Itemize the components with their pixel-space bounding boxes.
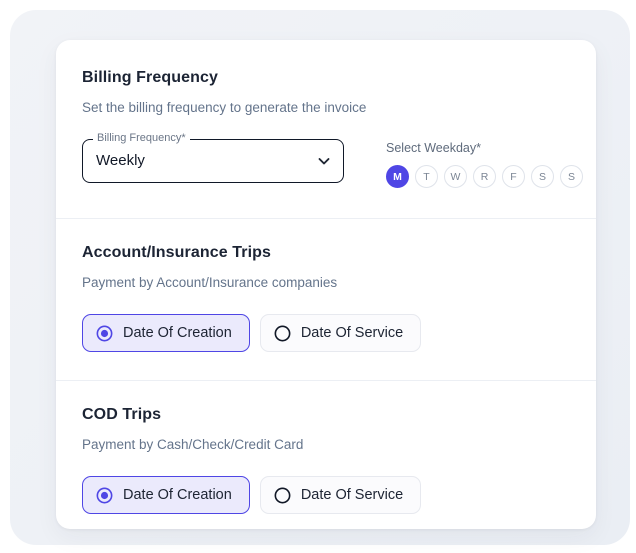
weekday-sunday[interactable]: S [560, 165, 583, 188]
section-subtitle-account-insurance-trips: Payment by Account/Insurance companies [82, 275, 338, 290]
cod-date-options: Date Of Creation Date Of Service [82, 476, 570, 514]
section-cod-trips: COD Trips Payment by Cash/Check/Credit C… [56, 381, 596, 529]
section-title-billing-frequency: Billing Frequency [82, 69, 218, 86]
cod-date-of-service-option[interactable]: Date Of Service [259, 476, 422, 514]
section-subtitle-billing-frequency: Set the billing frequency to generate th… [82, 100, 367, 115]
billing-frequency-select[interactable]: Billing Frequency* Weekly [82, 132, 344, 183]
weekday-picker: Select Weekday* M T W R F S S [386, 139, 583, 188]
weekday-tuesday[interactable]: T [415, 165, 438, 188]
section-billing-frequency: Billing Frequency Set the billing freque… [56, 40, 596, 218]
section-title-cod-trips: COD Trips [82, 406, 162, 423]
section-title-account-insurance-trips: Account/Insurance Trips [82, 244, 272, 261]
weekday-thursday[interactable]: R [473, 165, 496, 188]
billing-frequency-select-value: Weekly [96, 152, 145, 169]
billing-frequency-controls-row: Billing Frequency* Weekly Select Weekday… [82, 132, 583, 188]
weekday-saturday[interactable]: S [531, 165, 554, 188]
billing-settings-card: Billing Frequency Set the billing freque… [56, 40, 596, 529]
weekday-monday[interactable]: M [386, 165, 409, 188]
radio-unselected-icon [274, 325, 291, 341]
section-subtitle-cod-trips: Payment by Cash/Check/Credit Card [82, 437, 304, 452]
weekday-circle-list: M T W R F S S [386, 165, 583, 188]
weekday-picker-label: Select Weekday* [386, 141, 481, 155]
radio-selected-icon [96, 487, 113, 503]
account-insurance-date-of-service-option[interactable]: Date Of Service [259, 314, 422, 352]
account-insurance-date-of-service-label: Date Of Service [300, 325, 404, 341]
cod-date-of-creation-option[interactable]: Date Of Creation [82, 476, 250, 514]
radio-selected-icon [96, 325, 113, 341]
cod-date-of-creation-label: Date Of Creation [123, 487, 232, 503]
page-background-panel: Billing Frequency Set the billing freque… [10, 10, 630, 545]
account-insurance-date-of-creation-option[interactable]: Date Of Creation [82, 314, 250, 352]
account-insurance-date-options: Date Of Creation Date Of Service [82, 314, 570, 352]
chevron-down-icon [318, 158, 330, 165]
account-insurance-date-of-creation-label: Date Of Creation [123, 325, 232, 341]
radio-unselected-icon [274, 487, 291, 503]
cod-date-of-service-label: Date Of Service [300, 487, 404, 503]
weekday-friday[interactable]: F [502, 165, 525, 188]
section-account-insurance-trips: Account/Insurance Trips Payment by Accou… [56, 219, 596, 380]
weekday-wednesday[interactable]: W [444, 165, 467, 188]
